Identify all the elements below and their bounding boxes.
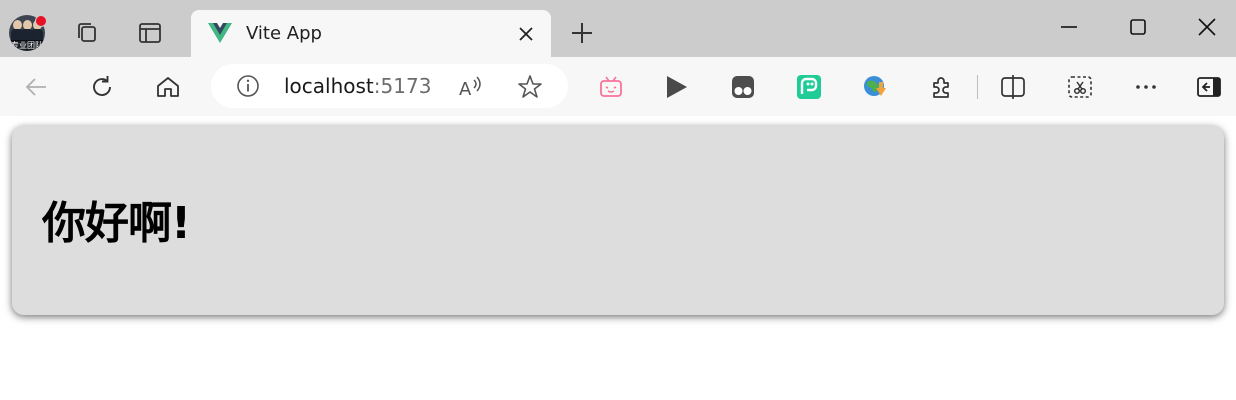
- vue-logo-icon: [208, 23, 232, 43]
- greeting-card: 你好啊!: [12, 126, 1224, 315]
- read-aloud-icon[interactable]: A: [458, 74, 484, 100]
- avatar-label: 专业团队: [9, 40, 45, 51]
- green-extension-icon[interactable]: [796, 74, 822, 100]
- workspaces-button[interactable]: [74, 20, 100, 46]
- split-screen-icon[interactable]: [1000, 74, 1026, 100]
- svg-text:A: A: [459, 79, 472, 100]
- screenshot-icon[interactable]: [1067, 74, 1093, 100]
- extensions-icon[interactable]: [928, 74, 954, 100]
- maximize-icon[interactable]: [1128, 17, 1148, 37]
- more-icon[interactable]: [1133, 74, 1159, 100]
- active-tab[interactable]: Vite App: [191, 10, 551, 57]
- page-viewport: 你好啊!: [0, 116, 1236, 400]
- tab-strip: 专业团队 Vite App: [0, 0, 1236, 57]
- workspaces-icon: [78, 23, 96, 42]
- minimize-icon[interactable]: [1059, 17, 1079, 37]
- page-heading: 你好啊!: [42, 198, 191, 249]
- play-icon[interactable]: [664, 74, 690, 100]
- site-info-icon[interactable]: [236, 74, 260, 98]
- home-icon[interactable]: [155, 74, 181, 100]
- address-bar[interactable]: localhost:5173 A: [211, 64, 568, 108]
- close-window-icon[interactable]: [1197, 17, 1217, 37]
- url-host: localhost: [284, 74, 374, 98]
- browser-toolbar: localhost:5173 A: [0, 57, 1236, 116]
- tab-actions-icon: [139, 23, 161, 43]
- vertical-tabs-button[interactable]: [137, 20, 163, 46]
- notification-dot: [35, 15, 47, 27]
- close-tab-icon[interactable]: [518, 26, 534, 42]
- refresh-icon[interactable]: [89, 74, 115, 100]
- favorite-star-icon[interactable]: [517, 74, 543, 100]
- sidebar-icon[interactable]: [1196, 74, 1222, 100]
- tab-title: Vite App: [246, 23, 322, 44]
- toolbar-divider: [977, 75, 978, 99]
- tampermonkey-icon[interactable]: [730, 74, 756, 100]
- globe-download-icon[interactable]: [862, 74, 888, 100]
- back-icon[interactable]: [23, 74, 49, 100]
- bilibili-icon[interactable]: [598, 74, 624, 100]
- url-text[interactable]: localhost:5173: [284, 75, 431, 97]
- url-port: :5173: [373, 74, 432, 98]
- new-tab-icon[interactable]: [570, 21, 594, 45]
